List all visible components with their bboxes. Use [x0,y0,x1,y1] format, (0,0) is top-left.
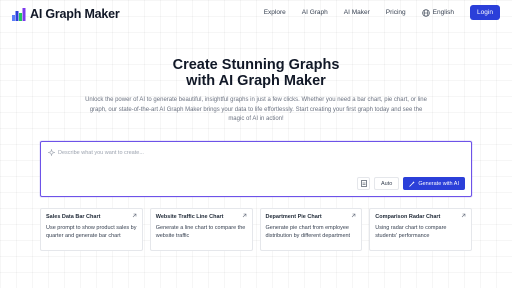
placeholder-text: Describe what you want to create... [58,149,144,156]
logo-text: AI Graph Maker [30,7,120,21]
generate-button[interactable]: Generate with AI [403,177,465,190]
nav-ai-maker[interactable]: AI Maker [344,9,370,16]
template-button[interactable] [357,177,370,190]
top-bar: AI Graph Maker Explore AI Graph AI Maker… [0,0,512,28]
magic-wand-icon [409,180,416,187]
page-title: Create Stunning Graphs with AI Graph Mak… [0,57,512,89]
arrow-up-right-icon [242,213,246,218]
hero-description: Unlock the power of AI to generate beaut… [85,97,427,122]
example-card-bar[interactable]: Sales Data Bar Chart Use prompt to show … [40,208,143,251]
nav-ai-graph[interactable]: AI Graph [302,9,328,16]
prompt-actions: Auto Generate with AI [357,177,465,190]
bar-chart-logo-icon [12,8,26,21]
main-nav: Explore AI Graph AI Maker Pricing Englis… [264,5,500,20]
card-title: Sales Data Bar Chart [46,214,101,220]
auto-button[interactable]: Auto [374,177,400,190]
generate-label: Generate with AI [418,180,459,187]
logo[interactable]: AI Graph Maker [12,7,120,21]
prompt-placeholder: Describe what you want to create... [48,149,144,156]
example-card-pie[interactable]: Department Pie Chart Generate pie chart … [259,208,363,251]
login-button[interactable]: Login [470,5,500,20]
document-icon [360,180,367,187]
arrow-up-right-icon [352,213,356,218]
arrow-up-right-icon [132,213,137,218]
card-description: Use prompt to show product sales by quar… [46,225,137,239]
nav-pricing[interactable]: Pricing [386,9,406,16]
card-description: Generate pie chart from employee distrib… [265,225,351,239]
card-title: Department Pie Chart [265,214,322,220]
example-cards: Sales Data Bar Chart Use prompt to show … [40,208,472,251]
title-line-2: with AI Graph Maker [186,73,326,89]
globe-icon [421,8,430,17]
arrow-up-right-icon [461,213,466,218]
example-card-line[interactable]: Website Traffic Line Chart Generate a li… [149,208,253,251]
language-label: English [432,9,454,16]
card-description: Using radar chart to compare students' p… [375,225,447,239]
card-title: Comparison Radar Chart [375,214,441,220]
card-description: Generate a line chart to compare the web… [155,225,246,239]
language-selector[interactable]: English [421,8,454,17]
sparkle-icon [48,149,55,156]
title-line-1: Create Stunning Graphs [172,57,340,73]
prompt-input[interactable]: Describe what you want to create... Auto… [40,141,472,197]
example-card-radar[interactable]: Comparison Radar Chart Using radar chart… [369,208,472,251]
nav-explore[interactable]: Explore [264,9,286,16]
card-title: Website Traffic Line Chart [155,214,224,220]
